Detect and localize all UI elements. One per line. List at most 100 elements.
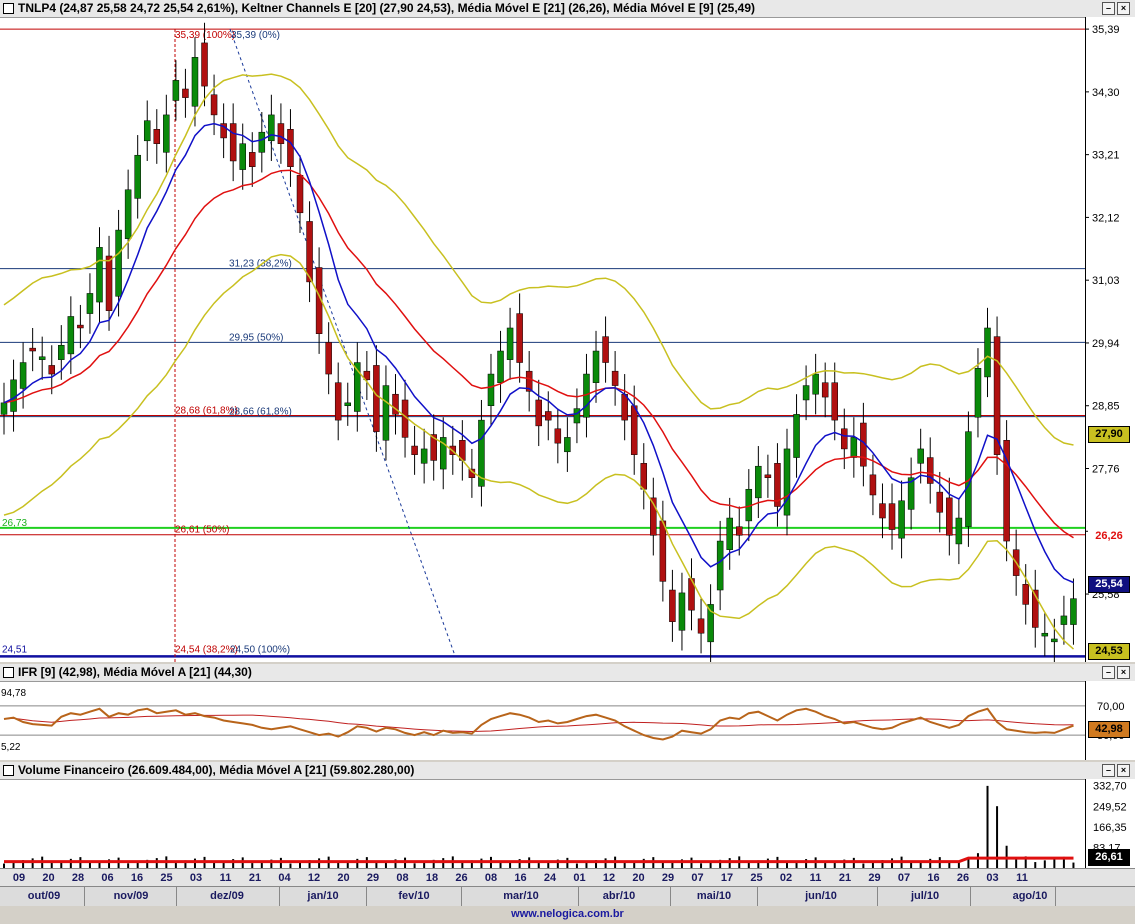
candle-body bbox=[191, 57, 199, 107]
candle-body bbox=[545, 411, 552, 421]
bottom-line-label: 24,51 bbox=[2, 645, 27, 656]
candle-body bbox=[831, 382, 838, 421]
date-label: 25 bbox=[160, 872, 173, 884]
footer-url[interactable]: www.nelogica.com.br bbox=[0, 906, 1135, 924]
candle-body bbox=[993, 336, 1001, 455]
candle bbox=[411, 425, 418, 475]
ifr-ma-line bbox=[3, 714, 1074, 733]
candle bbox=[888, 483, 896, 550]
candle bbox=[755, 446, 762, 519]
ifr-min-label: 5,22 bbox=[1, 742, 21, 753]
candle bbox=[650, 477, 657, 556]
candle bbox=[1070, 578, 1077, 645]
candle-body bbox=[411, 445, 418, 455]
candle-body bbox=[134, 154, 141, 199]
candle-body bbox=[955, 517, 963, 545]
date-label: 29 bbox=[366, 872, 380, 884]
date-label: 25 bbox=[750, 872, 763, 884]
date-label: 16 bbox=[514, 872, 527, 884]
candle bbox=[172, 60, 180, 121]
candle-body bbox=[602, 336, 609, 363]
date-label: 17 bbox=[720, 872, 734, 884]
month-separator bbox=[461, 887, 462, 907]
month-separator bbox=[877, 887, 878, 907]
candle-body bbox=[783, 448, 791, 516]
date-label: 11 bbox=[1016, 872, 1028, 884]
candle bbox=[545, 391, 552, 441]
candle bbox=[373, 345, 380, 452]
candle bbox=[497, 330, 504, 403]
date-label: 26 bbox=[455, 872, 468, 884]
candle-body bbox=[172, 80, 180, 101]
candle bbox=[602, 316, 609, 383]
month-label: jan/10 bbox=[307, 890, 339, 902]
candle bbox=[420, 428, 428, 484]
candle bbox=[277, 103, 285, 164]
candle-body bbox=[630, 405, 638, 455]
candle-body bbox=[821, 382, 829, 398]
candle-body bbox=[716, 540, 724, 591]
candle bbox=[621, 374, 628, 441]
candle bbox=[774, 443, 781, 527]
candle-body bbox=[936, 491, 944, 513]
month-separator bbox=[970, 887, 971, 907]
date-label: 03 bbox=[189, 872, 203, 884]
candle bbox=[134, 135, 141, 219]
candle bbox=[229, 103, 237, 182]
ifr-panel[interactable]: IFR [9] (42,98), Média Móvel A [21] (44,… bbox=[0, 664, 1135, 760]
ifr-chart: 94,78 5,22 bbox=[0, 688, 1085, 753]
candle bbox=[831, 362, 838, 441]
date-label: 24 bbox=[543, 872, 557, 884]
candle-body bbox=[726, 517, 733, 550]
month-label: nov/09 bbox=[113, 890, 149, 902]
date-label: 16 bbox=[927, 872, 940, 884]
date-label: 12 bbox=[602, 872, 616, 884]
candle bbox=[220, 103, 227, 159]
candle bbox=[926, 437, 934, 504]
candle-body bbox=[640, 463, 648, 490]
candle-body bbox=[0, 402, 8, 415]
candle-body bbox=[29, 347, 36, 352]
fib-label-top-blue: 35,39 (0%) bbox=[231, 30, 280, 41]
candle-body bbox=[659, 520, 667, 582]
price-tag-last: 25,54 bbox=[1088, 576, 1130, 593]
candle-body bbox=[573, 408, 581, 424]
candle-body bbox=[163, 114, 170, 153]
candle-body bbox=[1041, 632, 1049, 637]
date-label: 03 bbox=[986, 872, 999, 884]
candle bbox=[382, 365, 390, 461]
candle bbox=[793, 394, 800, 478]
month-label: ago/10 bbox=[1012, 890, 1048, 902]
date-label: 01 bbox=[573, 872, 586, 884]
candle-body bbox=[19, 362, 27, 389]
volume-panel[interactable]: Volume Financeiro (26.609.484,00), Média… bbox=[0, 762, 1135, 868]
month-label: abr/10 bbox=[602, 890, 636, 902]
date-label: 12 bbox=[307, 872, 321, 884]
candle bbox=[1041, 613, 1049, 657]
candle-body bbox=[382, 385, 390, 441]
ifr-tag: 42,98 bbox=[1088, 721, 1130, 738]
month-label: dez/09 bbox=[210, 890, 244, 902]
green-line-label: 26,73 bbox=[2, 518, 27, 529]
candle-body bbox=[678, 592, 686, 631]
candle bbox=[869, 454, 877, 516]
month-separator bbox=[366, 887, 367, 907]
candle-body bbox=[201, 42, 208, 87]
month-label: jun/10 bbox=[805, 890, 837, 902]
candle bbox=[0, 382, 8, 435]
price-panel[interactable]: TNLP4 (24,87 25,58 24,72 25,54 2,61%), K… bbox=[0, 0, 1135, 662]
price-axis bbox=[1085, 17, 1135, 662]
date-axis: 09 20 28 06 16 25 03 11 21 04 12 20 29 08 18 26 08 16 24 01… bbox=[0, 868, 1135, 887]
candle-body bbox=[487, 373, 495, 406]
candle bbox=[812, 353, 819, 415]
candle bbox=[1032, 569, 1039, 648]
candle bbox=[955, 497, 963, 565]
candle-body bbox=[535, 399, 542, 427]
candle bbox=[1022, 564, 1029, 625]
candle bbox=[678, 572, 686, 651]
candle bbox=[296, 155, 304, 233]
candle bbox=[334, 362, 342, 441]
candle bbox=[163, 94, 170, 173]
candle-body bbox=[946, 497, 953, 536]
candle bbox=[77, 304, 84, 349]
